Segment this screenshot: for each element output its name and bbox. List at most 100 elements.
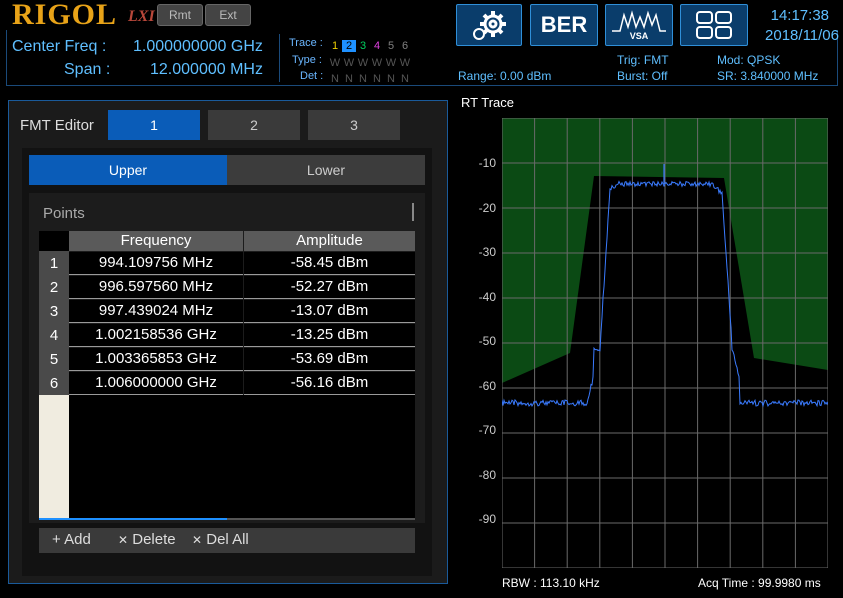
table-row[interactable]: 1 994.109756 MHz -58.45 dBm <box>39 251 415 275</box>
ext-button[interactable]: Ext <box>205 4 251 26</box>
trace-5-toggle[interactable]: 5 <box>384 40 398 52</box>
trace-type-1: W <box>329 57 341 69</box>
frequency-cell[interactable]: 994.109756 MHz <box>69 252 243 275</box>
trace-type-3: W <box>357 57 369 69</box>
col-frequency-header: Frequency <box>69 231 243 251</box>
spectrum-plot[interactable] <box>502 118 828 568</box>
trace-number-row: 123456 <box>328 36 412 54</box>
y-tick-label: -50 <box>478 334 496 348</box>
range-text: Range: 0.00 dBm <box>458 69 552 83</box>
frequency-cell[interactable]: 1.002158536 GHz <box>69 324 243 347</box>
table-scroll-thumb[interactable] <box>39 518 227 520</box>
trace-det-5: N <box>387 73 395 85</box>
amplitude-cell[interactable]: -13.25 dBm <box>244 324 415 347</box>
amplitude-cell[interactable]: -56.16 dBm <box>244 372 415 395</box>
trace-4-toggle[interactable]: 4 <box>370 40 384 52</box>
clock-time: 14:17:38 <box>770 7 829 24</box>
frequency-cell[interactable]: 996.597560 MHz <box>69 276 243 299</box>
row-index: 1 <box>39 251 69 275</box>
y-tick-label: -10 <box>478 156 496 170</box>
gear-icon <box>473 11 506 40</box>
points-table: 1 994.109756 MHz -58.45 dBm 2 996.597560 MHz… <box>39 251 415 395</box>
trace-2-toggle[interactable]: 2 <box>342 40 356 52</box>
x-icon: ✕ <box>192 533 203 547</box>
add-button[interactable]: + Add <box>52 531 91 548</box>
frequency-cell[interactable]: 1.006000000 GHz <box>69 372 243 395</box>
delete-label: Delete <box>132 531 176 548</box>
trace-title: RT Trace <box>461 95 514 110</box>
y-tick-label: -40 <box>478 289 496 304</box>
add-label: Add <box>64 531 91 548</box>
trace-det-4: N <box>373 73 381 85</box>
rmt-button[interactable]: Rmt <box>157 4 203 26</box>
amplitude-cell[interactable]: -13.07 dBm <box>244 300 415 323</box>
trace-1-toggle[interactable]: 1 <box>328 40 342 52</box>
center-freq-label: Center Freq : <box>12 38 107 55</box>
row-index: 6 <box>39 371 69 395</box>
plus-icon: + <box>52 531 61 548</box>
trace-type-6: W <box>399 57 411 69</box>
tab-fmt-2[interactable]: 2 <box>208 110 300 140</box>
points-scrollbar[interactable] <box>412 203 414 221</box>
row-index: 4 <box>39 323 69 347</box>
y-tick-label: -80 <box>478 467 496 482</box>
ber-button[interactable]: BER <box>530 4 598 46</box>
y-tick-label: -60 <box>478 378 496 393</box>
col-amplitude-header: Amplitude <box>244 231 415 251</box>
trace-det-6: N <box>401 73 409 85</box>
amplitude-cell[interactable]: -53.69 dBm <box>244 348 415 371</box>
y-tick-label: -90 <box>478 512 496 526</box>
amplitude-cell[interactable]: -58.45 dBm <box>244 252 415 275</box>
acq-time-text: Acq Time : 99.9980 ms <box>698 576 821 590</box>
sr-text: SR: 3.840000 MHz <box>717 69 819 83</box>
table-row[interactable]: 3 997.439024 MHz -13.07 dBm <box>39 299 415 323</box>
tab-fmt-1[interactable]: 1 <box>108 110 200 140</box>
mod-text: Mod: QPSK <box>717 53 781 67</box>
rigol-logo: RIGOL <box>12 0 118 31</box>
clock-date: 2018/11/06 <box>765 27 839 44</box>
divider <box>279 34 280 82</box>
trace-type-2: W <box>343 57 355 69</box>
table-empty-area <box>69 395 415 519</box>
vsa-label: VSA <box>629 31 649 41</box>
center-freq-value[interactable]: 1.000000000 GHz <box>133 38 263 56</box>
burst-text: Burst: Off <box>617 69 668 83</box>
points-label: Points <box>43 205 85 222</box>
vsa-button[interactable]: VSA <box>605 4 673 46</box>
tab-fmt-3[interactable]: 3 <box>308 110 400 140</box>
table-row[interactable]: 2 996.597560 MHz -52.27 dBm <box>39 275 415 299</box>
trace-det-row: NNNNNN <box>328 69 412 87</box>
span-value[interactable]: 12.000000 MHz <box>150 61 263 79</box>
y-tick-label: -30 <box>478 245 496 259</box>
row-index: 2 <box>39 275 69 299</box>
fmt-editor-title: FMT Editor <box>20 117 94 134</box>
type-label: Type : <box>292 54 322 66</box>
settings-button[interactable] <box>456 4 522 46</box>
frequency-cell[interactable]: 997.439024 MHz <box>69 300 243 323</box>
amplitude-cell[interactable]: -52.27 dBm <box>244 276 415 299</box>
delete-button[interactable]: ✕ Delete <box>118 531 176 548</box>
trace-det-3: N <box>359 73 367 85</box>
row-index: 3 <box>39 299 69 323</box>
table-row[interactable]: 5 1.003365853 GHz -53.69 dBm <box>39 347 415 371</box>
trace-label: Trace : <box>289 37 323 49</box>
trace-type-5: W <box>385 57 397 69</box>
layout-button[interactable] <box>680 4 748 46</box>
delete-all-button[interactable]: ✕ Del All <box>192 531 249 548</box>
table-corner <box>39 231 69 251</box>
trace-6-toggle[interactable]: 6 <box>398 40 412 52</box>
lxi-logo: LXI <box>128 8 155 25</box>
det-label: Det : <box>300 70 324 82</box>
top-bar: RIGOL LXI Rmt Ext Center Freq : 1.000000… <box>0 0 843 90</box>
rbw-text: RBW : 113.10 kHz <box>502 576 600 590</box>
delete-all-label: Del All <box>206 531 249 548</box>
y-tick-label: -20 <box>478 200 496 215</box>
upper-tab[interactable]: Upper <box>29 155 227 185</box>
table-row[interactable]: 4 1.002158536 GHz -13.25 dBm <box>39 323 415 347</box>
span-label: Span : <box>64 61 111 78</box>
frequency-cell[interactable]: 1.003365853 GHz <box>69 348 243 371</box>
table-row[interactable]: 6 1.006000000 GHz -56.16 dBm <box>39 371 415 395</box>
lower-tab[interactable]: Lower <box>227 155 425 185</box>
trace-3-toggle[interactable]: 3 <box>356 40 370 52</box>
trace-det-1: N <box>331 73 339 85</box>
